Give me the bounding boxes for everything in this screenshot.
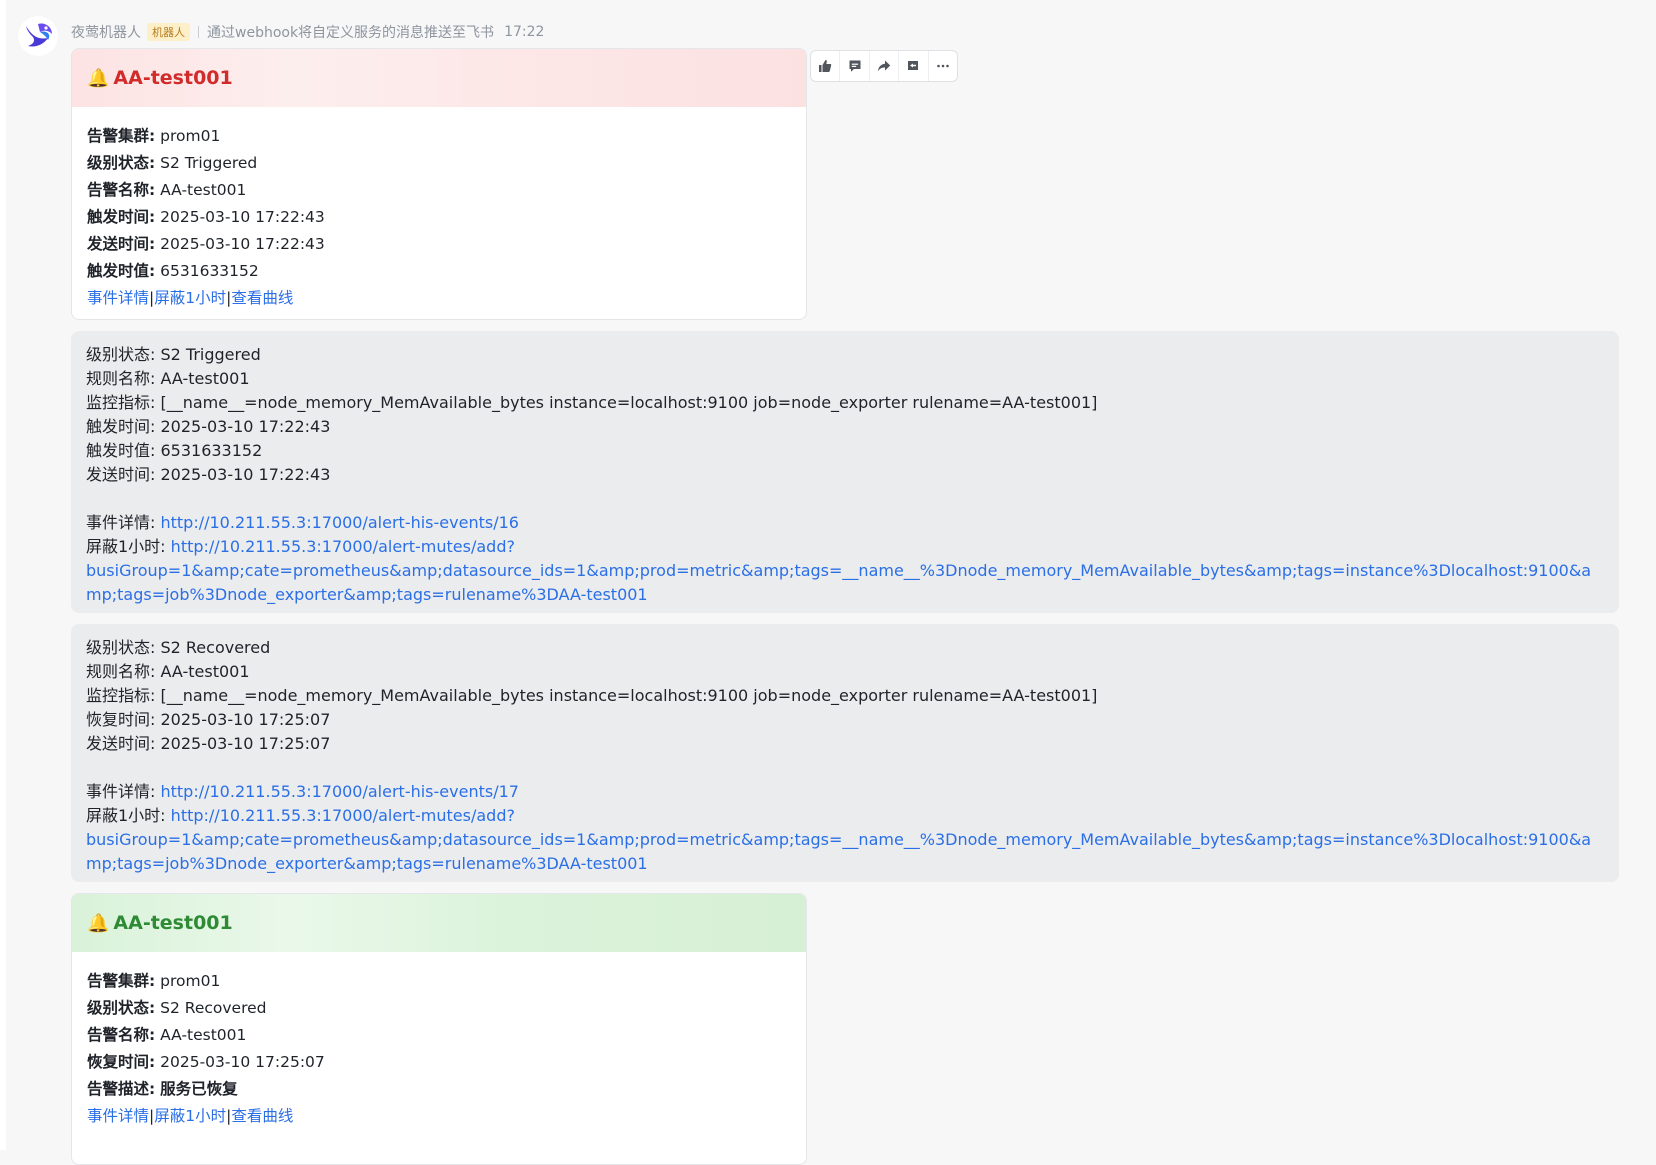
mute-1h-link[interactable]: 屏蔽1小时 [154,289,226,307]
field-value: 2025-03-10 17:25:07 [160,1053,325,1071]
field-value: 2025-03-10 17:22:43 [160,208,325,226]
mute-url[interactable]: http://10.211.55.3:17000/alert-mutes/add… [171,537,515,556]
bot-avatar[interactable] [18,16,58,56]
mute-url-continuation: busiGroup=1&amp;cate=prometheus&amp;data… [86,559,1604,607]
event-detail-line: 事件详情: http://10.211.55.3:17000/alert-his… [86,780,1604,804]
mute-line: 屏蔽1小时: http://10.211.55.3:17000/alert-mu… [86,535,1604,559]
message-time: 17:22 [504,24,545,40]
field-value: S2 Triggered [160,154,258,172]
field-value: prom01 [160,972,221,990]
field-row: 恢复时间: 2025-03-10 17:25:07 [87,1049,791,1076]
message-line: 级别状态: S2 Recovered [86,638,271,657]
card-header: 🔔 AA-test001 [72,894,806,952]
card-body: 告警集群: prom01 级别状态: S2 Triggered 告警名称: AA… [72,107,806,312]
mute-url[interactable]: http://10.211.55.3:17000/alert-mutes/add… [171,806,515,825]
bot-badge: 机器人 [147,23,190,41]
alert-card-triggered: 🔔 AA-test001 告警集群: prom01 级别状态: S2 Trigg… [71,48,807,320]
more-icon[interactable] [929,51,957,81]
message-line: 恢复时间: 2025-03-10 17:25:07 [86,710,331,729]
field-row: 告警描述: 服务已恢复 [87,1076,791,1103]
message-actions-toolbar [810,50,958,82]
card-header: 🔔 AA-test001 [72,49,806,107]
view-curve-link[interactable]: 查看曲线 [231,289,293,307]
event-detail-label: 事件详情: [86,782,161,801]
nightingale-bird-logo-icon [18,16,58,56]
mute-url-params[interactable]: busiGroup=1&amp;cate=prometheus&amp;data… [86,830,1591,873]
message-line: 级别状态: S2 Triggered [86,345,261,364]
view-curve-link[interactable]: 查看曲线 [231,1107,293,1125]
field-label: 发送时间: [87,235,156,253]
card-links: 事件详情|屏蔽1小时|查看曲线 [87,285,791,312]
sender-name[interactable]: 夜莺机器人 [71,22,141,42]
mute-url-continuation: busiGroup=1&amp;cate=prometheus&amp;data… [86,828,1604,876]
field-label: 告警名称: [87,181,156,199]
bell-icon: 🔔 [87,912,110,934]
field-value: 2025-03-10 17:22:43 [160,235,325,253]
alert-card-recovered: 🔔 AA-test001 告警集群: prom01 级别状态: S2 Recov… [71,893,807,1165]
message-line: 触发时值: 6531633152 [86,441,263,460]
message-line: 发送时间: 2025-03-10 17:22:43 [86,465,331,484]
field-value: 6531633152 [160,262,259,280]
event-detail-label: 事件详情: [86,513,161,532]
message-line: 规则名称: AA-test001 [86,369,250,388]
field-label: 级别状态: [87,154,156,172]
message-line: 触发时间: 2025-03-10 17:22:43 [86,417,331,436]
comment-icon[interactable] [840,51,870,81]
field-label: 恢复时间: [87,1053,156,1071]
meta-divider [198,26,199,38]
mute-url-params[interactable]: busiGroup=1&amp;cate=prometheus&amp;data… [86,561,1591,604]
field-value: S2 Recovered [160,999,267,1017]
message-line: 发送时间: 2025-03-10 17:25:07 [86,734,331,753]
field-value: AA-test001 [160,181,247,199]
field-row: 级别状态: S2 Recovered [87,995,791,1022]
field-label: 告警名称: [87,1026,156,1044]
event-detail-link[interactable]: 事件详情 [87,289,149,307]
field-value: 服务已恢复 [160,1080,238,1098]
field-label: 告警描述: [87,1080,156,1098]
mute-line: 屏蔽1小时: http://10.211.55.3:17000/alert-mu… [86,804,1604,828]
bell-icon: 🔔 [87,67,110,89]
event-detail-url[interactable]: http://10.211.55.3:17000/alert-his-event… [160,782,518,801]
event-detail-line: 事件详情: http://10.211.55.3:17000/alert-his… [86,511,1604,535]
mute-label: 屏蔽1小时: [86,806,171,825]
left-strip [0,0,6,1150]
event-detail-url[interactable]: http://10.211.55.3:17000/alert-his-event… [160,513,518,532]
field-row: 告警集群: prom01 [87,968,791,995]
field-row: 发送时间: 2025-03-10 17:22:43 [87,231,791,258]
thumbs-up-icon[interactable] [811,51,841,81]
field-label: 告警集群: [87,972,156,990]
field-row: 触发时间: 2025-03-10 17:22:43 [87,204,791,231]
text-message-recovered: 级别状态: S2 Recovered 规则名称: AA-test001 监控指标… [71,624,1619,882]
field-row: 告警名称: AA-test001 [87,1022,791,1049]
forward-icon[interactable] [870,51,900,81]
message-meta: 夜莺机器人 机器人 通过webhook将自定义服务的消息推送至飞书 17:22 [71,22,544,42]
card-title: AA-test001 [113,912,233,934]
field-label: 级别状态: [87,999,156,1017]
card-links: 事件详情|屏蔽1小时|查看曲线 [87,1103,791,1130]
field-label: 告警集群: [87,127,156,145]
text-message-triggered: 级别状态: S2 Triggered 规则名称: AA-test001 监控指标… [71,331,1619,613]
mute-1h-link[interactable]: 屏蔽1小时 [154,1107,226,1125]
event-detail-link[interactable]: 事件详情 [87,1107,149,1125]
card-body: 告警集群: prom01 级别状态: S2 Recovered 告警名称: AA… [72,952,806,1130]
field-value: AA-test001 [160,1026,247,1044]
bot-description: 通过webhook将自定义服务的消息推送至飞书 [207,25,495,41]
field-row: 告警集群: prom01 [87,123,791,150]
field-row: 告警名称: AA-test001 [87,177,791,204]
field-label: 触发时间: [87,208,156,226]
reply-icon[interactable] [899,51,929,81]
field-row: 触发时值: 6531633152 [87,258,791,285]
message-line: 监控指标: [__name__=node_memory_MemAvailable… [86,393,1098,412]
message-line: 监控指标: [__name__=node_memory_MemAvailable… [86,686,1098,705]
card-title: AA-test001 [113,67,233,89]
field-label: 触发时值: [87,262,156,280]
field-row: 级别状态: S2 Triggered [87,150,791,177]
field-value: prom01 [160,127,221,145]
message-line: 规则名称: AA-test001 [86,662,250,681]
mute-label: 屏蔽1小时: [86,537,171,556]
